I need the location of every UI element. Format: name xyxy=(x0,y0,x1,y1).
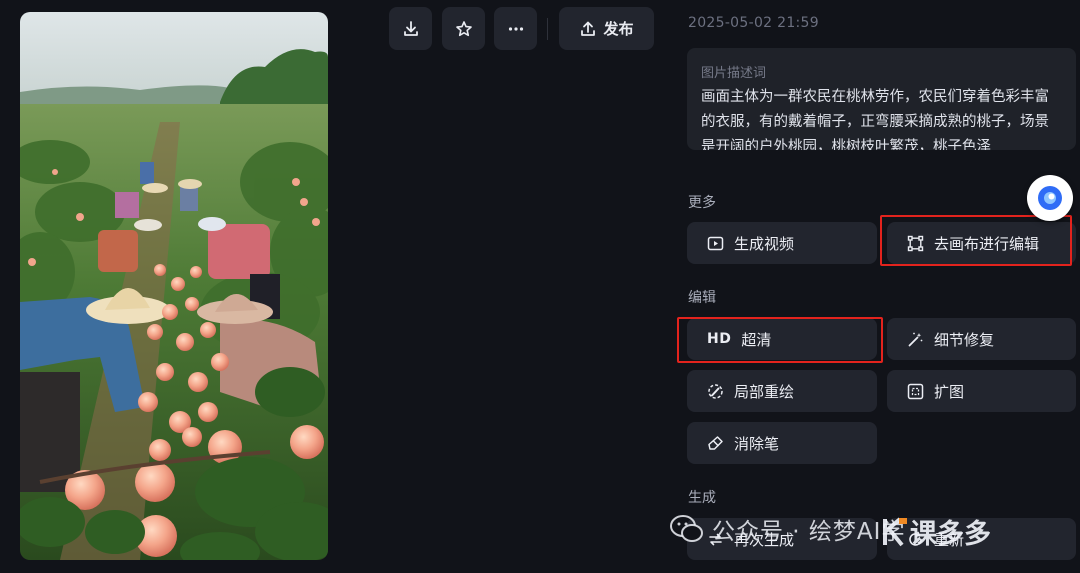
video-icon xyxy=(707,236,724,250)
publish-label: 发布 xyxy=(603,20,634,38)
assistant-float-button[interactable] xyxy=(1027,175,1073,221)
prompt-label: 图片描述词 xyxy=(701,66,767,81)
wechat-icon xyxy=(670,515,703,542)
upscale-label: 超清 xyxy=(741,330,772,349)
detail-fix-button[interactable]: 细节修复 xyxy=(887,318,1076,360)
publish-button[interactable]: 发布 xyxy=(559,7,654,50)
star-icon xyxy=(455,20,472,36)
section-title-generate: 生成 xyxy=(688,490,716,506)
download-button[interactable] xyxy=(389,7,432,50)
inpaint-label: 局部重绘 xyxy=(734,382,795,401)
canvas-edit-icon xyxy=(907,235,924,251)
inpaint-button[interactable]: 局部重绘 xyxy=(687,370,877,412)
eraser-button[interactable]: 消除笔 xyxy=(687,422,877,464)
section-title-edit: 编辑 xyxy=(688,290,716,306)
toolbar-divider xyxy=(547,18,548,40)
created-timestamp: 2025-05-02 21:59 xyxy=(688,15,819,31)
watermark-logo: 课多多 xyxy=(882,512,991,551)
more-icon xyxy=(508,26,523,31)
upload-icon xyxy=(581,21,596,36)
upscale-button[interactable]: HD 超清 xyxy=(687,318,877,360)
prompt-box[interactable]: 图片描述词 画面主体为一群农民在桃林劳作，农民们穿着色彩丰富的衣服，有的戴着帽子… xyxy=(687,48,1076,150)
expand-button[interactable]: 扩图 xyxy=(887,370,1076,412)
watermark-text: 公众号 · 绘梦AI学 xyxy=(712,519,906,545)
section-title-more: 更多 xyxy=(688,195,716,211)
favorite-button[interactable] xyxy=(442,7,485,50)
assistant-icon xyxy=(1038,186,1062,210)
more-options-button[interactable] xyxy=(494,7,537,50)
generate-video-button[interactable]: 生成视频 xyxy=(687,222,877,264)
detail-fix-label: 细节修复 xyxy=(934,330,995,349)
watermark: 公众号 · 绘梦AI学 xyxy=(670,512,905,546)
expand-icon xyxy=(907,383,924,399)
eraser-label: 消除笔 xyxy=(734,434,780,453)
generate-video-label: 生成视频 xyxy=(734,234,795,253)
download-icon xyxy=(403,20,418,36)
prompt-text: 画面主体为一群农民在桃林劳作，农民们穿着色彩丰富的衣服，有的戴着帽子，正弯腰采摘… xyxy=(701,89,1049,150)
hd-icon: HD xyxy=(707,331,732,347)
generated-image[interactable] xyxy=(20,12,328,560)
magic-wand-icon xyxy=(908,332,923,346)
eraser-icon xyxy=(708,435,723,450)
watermark-logo-text: 课多多 xyxy=(910,519,991,550)
canvas-edit-button[interactable]: 去画布进行编辑 xyxy=(887,222,1076,264)
canvas-edit-label: 去画布进行编辑 xyxy=(934,234,1040,253)
logo-mark-icon xyxy=(883,516,907,546)
brush-icon xyxy=(708,383,723,399)
expand-label: 扩图 xyxy=(934,382,965,401)
peach-orchard-illustration xyxy=(20,12,328,560)
